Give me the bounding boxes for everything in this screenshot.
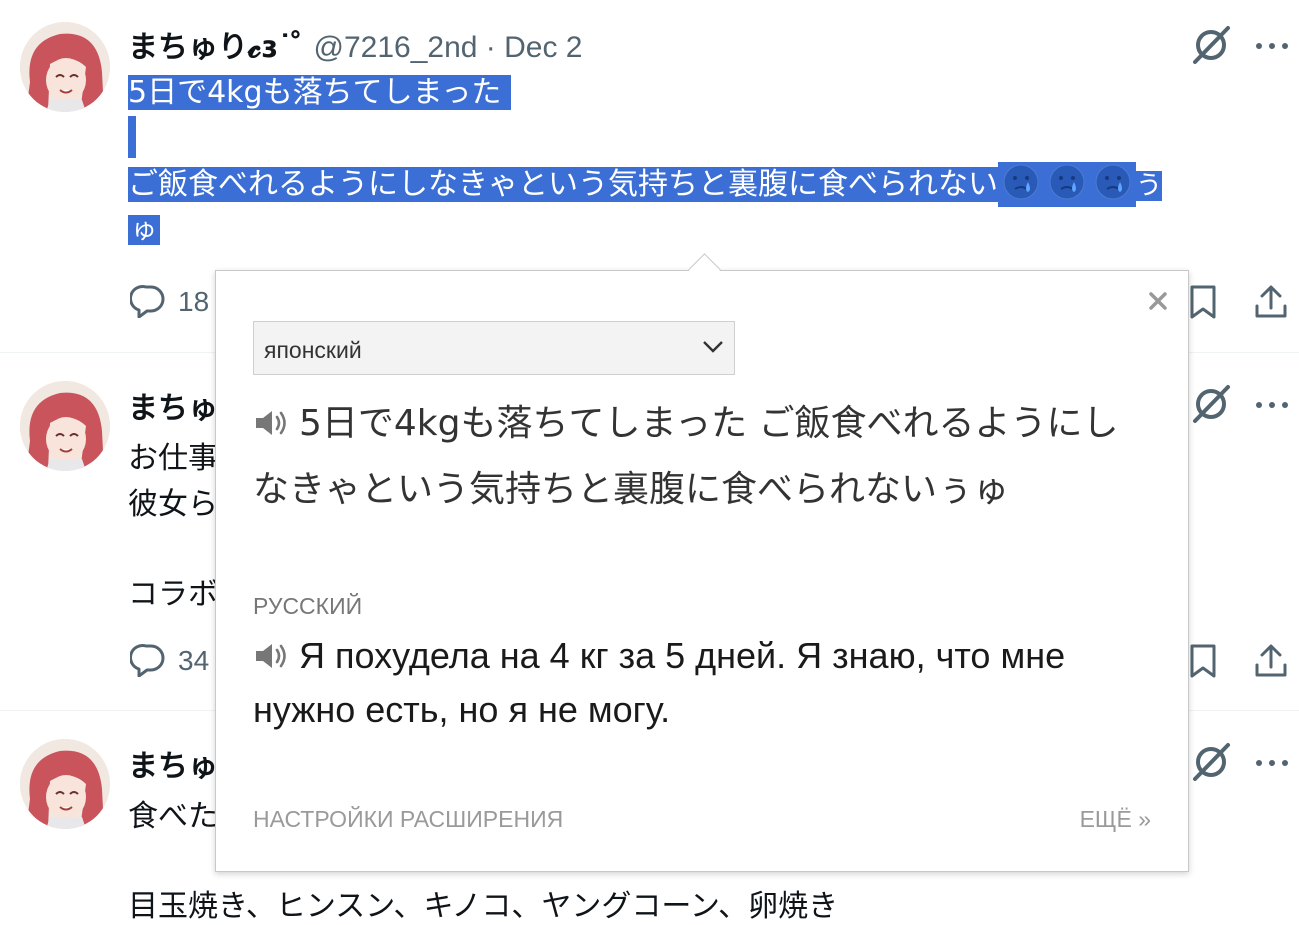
face-with-tear-icon [1090,162,1136,207]
tweet-text-line-3: ゅ [128,208,161,251]
chevron-down-icon [703,341,723,353]
tweet-text-line-2: 彼女ら [128,487,218,522]
speaker-icon[interactable] [253,641,291,671]
reply-icon[interactable] [130,643,166,677]
source-text: 5日で4kgも落ちてしまった ご飯食べれるようにしなきゃという気持ちと裏腹に食べ… [253,403,1119,510]
tweet-text-line-1: お仕事 [128,441,218,476]
selected-blank-line [128,116,136,158]
more-icon[interactable] [1252,752,1292,772]
more-link[interactable]: ЕЩЁ » [1080,806,1151,833]
reply-icon[interactable] [130,284,166,318]
author-name[interactable]: まちゅり𝓬ɜ˙ ̊ [128,30,303,65]
translation-popup: японский 5日で4kgも落ちてしまった ご飯食べれるようにしなきゃという… [215,253,1189,872]
tweet-text-line-2: 目玉焼き、ヒンスン、キノコ、ヤングコーン、卵焼き [128,889,839,924]
author-name[interactable]: まちゅ [128,741,218,785]
author-name[interactable]: まちゅ [128,383,218,427]
reply-count: 34 [178,645,210,676]
grok-icon[interactable] [1190,741,1232,783]
more-icon[interactable] [1252,35,1292,55]
face-with-tear-icon [1044,162,1090,207]
source-language-select[interactable]: японский [253,321,735,375]
bookmark-icon[interactable] [1188,643,1218,679]
tweet-text-line-3: コラボ [128,577,218,612]
close-icon[interactable] [1146,289,1170,313]
bookmark-icon[interactable] [1188,284,1218,320]
avatar[interactable] [20,739,110,829]
extension-settings-link[interactable]: НАСТРОЙКИ РАСШИРЕНИЯ [253,806,563,833]
tweet-text-line-2: ご飯食べれるようにしなきゃという気持ちと裏腹に食べられないう [128,162,1163,208]
share-icon[interactable] [1253,284,1289,320]
source-language-value: японский [264,337,362,363]
target-text: Я похудела на 4 кг за 5 дней. Я знаю, чт… [253,635,1066,730]
source-text-block: 5日で4kgも落ちてしまった ご飯食べれるようにしなきゃという気持ちと裏腹に食べ… [253,391,1153,523]
target-text-block: Я похудела на 4 кг за 5 дней. Я знаю, чт… [253,629,1153,737]
face-with-tear-icon [998,162,1044,207]
share-icon[interactable] [1253,643,1289,679]
target-language-label: РУССКИЙ [253,593,363,619]
avatar[interactable] [20,22,110,112]
tweet-text-line-1: 食べた [128,799,218,834]
author-handle[interactable]: @7216_2nd · Dec 2 [314,31,583,64]
speaker-icon[interactable] [253,408,291,438]
reply-count: 18 [178,286,210,317]
tweet-text-line-1: 5日で4kgも落ちてしまった [128,72,512,114]
author-line: まちゅり𝓬ɜ˙ ̊ @7216_2nd · Dec 2 [128,22,582,66]
more-icon[interactable] [1252,394,1292,414]
avatar[interactable] [20,381,110,471]
grok-icon[interactable] [1190,24,1232,66]
grok-icon[interactable] [1190,383,1232,425]
